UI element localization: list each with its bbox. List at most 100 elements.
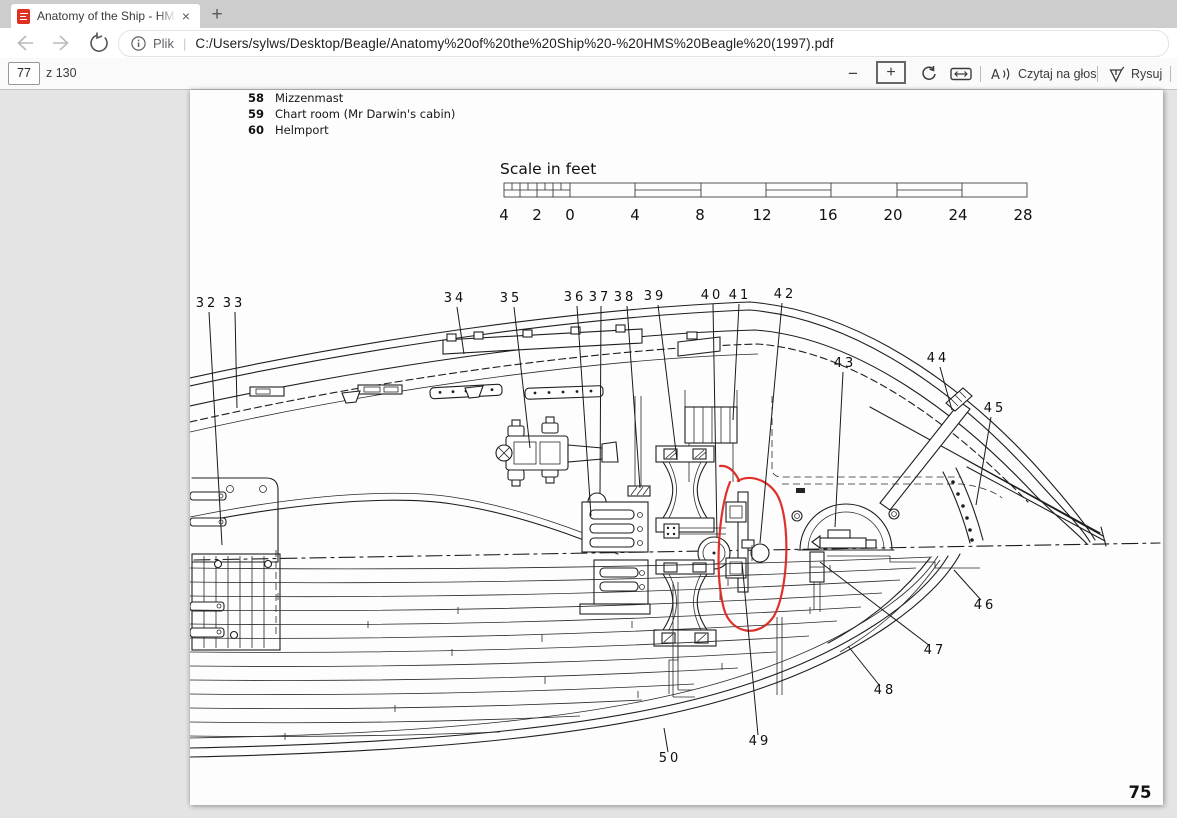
callout-leader-42 xyxy=(760,303,782,543)
callout-35: 35 xyxy=(500,291,523,306)
pdf-viewport[interactable]: 58 Mizzenmast 59 Chart room (Mr Darwin's ca… xyxy=(0,90,1177,818)
callout-49: 49 xyxy=(749,734,772,749)
tab-title: Anatomy of the Ship - HMS Bea xyxy=(37,9,175,23)
refresh-button[interactable] xyxy=(88,32,112,54)
scale-tick-label: 16 xyxy=(818,206,837,224)
callout-42: 42 xyxy=(774,287,797,302)
scale-tick-label: 0 xyxy=(565,206,575,224)
part-number: 58 xyxy=(248,91,264,105)
url-text: C:/Users/sylws/Desktop/Beagle/Anatomy%20… xyxy=(195,36,833,51)
callout-43: 43 xyxy=(834,356,857,371)
callout-48: 48 xyxy=(874,683,897,698)
draw-pen-icon xyxy=(1108,66,1125,83)
scale-tick-label: 4 xyxy=(630,206,640,224)
sternpost-band xyxy=(943,468,983,543)
pdf-toolbar: 77 z 130 − + A Czytaj na głos xyxy=(0,58,1177,90)
browser-window: Anatomy of the Ship - HMS Bea × + xyxy=(0,0,1177,818)
hull-planking xyxy=(190,554,960,757)
scale-tick-label: 28 xyxy=(1013,206,1032,224)
toolbar-separator xyxy=(1170,66,1171,82)
read-aloud-icon: A xyxy=(991,66,1012,82)
pdf-page: 58 Mizzenmast 59 Chart room (Mr Darwin's ca… xyxy=(190,90,1163,805)
callout-32: 32 xyxy=(196,296,219,311)
callout-leader-50 xyxy=(664,728,668,752)
callout-34: 34 xyxy=(444,291,467,306)
scale-title: Scale in feet xyxy=(500,160,596,178)
fit-width-button[interactable] xyxy=(950,58,972,90)
callout-leader-48 xyxy=(848,646,880,686)
minus-icon: − xyxy=(848,64,858,84)
deckhouse-roof xyxy=(190,493,620,554)
tab-title-fade xyxy=(158,8,176,24)
address-bar: Plik | C:/Users/sylws/Desktop/Beagle/Ana… xyxy=(0,28,1177,58)
draw-button[interactable]: Rysuj xyxy=(1108,58,1162,90)
forward-arrow-icon xyxy=(50,32,74,54)
toolbar-separator xyxy=(1097,66,1098,82)
new-tab-button[interactable]: + xyxy=(207,5,227,25)
callout-40: 40 xyxy=(701,288,724,303)
page-count-label: z 130 xyxy=(46,66,77,80)
ship-plan-drawing: 58 Mizzenmast 59 Chart room (Mr Darwin's ca… xyxy=(190,90,1163,805)
page-number-input[interactable]: 77 xyxy=(8,62,40,85)
close-icon[interactable]: × xyxy=(178,8,194,24)
svg-text:A: A xyxy=(991,68,1000,82)
callout-45: 45 xyxy=(984,401,1007,416)
scale-tick-label: 24 xyxy=(948,206,967,224)
plus-icon: + xyxy=(211,4,222,25)
draw-label: Rysuj xyxy=(1131,67,1162,81)
parts-list: 58 Mizzenmast 59 Chart room (Mr Darwin's ca… xyxy=(248,91,455,137)
zoom-out-button[interactable]: − xyxy=(848,58,858,90)
part-label: Chart room (Mr Darwin's cabin) xyxy=(275,107,455,121)
address-field[interactable]: Plik | C:/Users/sylws/Desktop/Beagle/Ana… xyxy=(118,30,1169,57)
file-scheme-label: Plik xyxy=(153,36,174,51)
callout-47: 47 xyxy=(924,643,947,658)
plus-icon: + xyxy=(886,64,895,82)
pdf-file-icon xyxy=(17,9,30,24)
callout-41: 41 xyxy=(729,288,752,303)
callout-leader-47 xyxy=(820,562,930,646)
callout-36: 36 xyxy=(564,290,587,305)
part-number: 60 xyxy=(248,123,264,137)
callout-leader-49 xyxy=(742,562,758,735)
rail-fittings xyxy=(250,325,720,403)
callout-44: 44 xyxy=(927,351,950,366)
scale-tick-label: 8 xyxy=(695,206,705,224)
callout-38: 38 xyxy=(614,290,637,305)
zoom-in-button[interactable]: + xyxy=(876,61,906,84)
tiller-bracket xyxy=(726,492,769,592)
callout-33: 33 xyxy=(223,296,246,311)
info-icon xyxy=(131,36,146,51)
refresh-icon xyxy=(88,32,112,54)
scale-tick-label: 4 xyxy=(499,206,509,224)
forward-button[interactable] xyxy=(50,32,74,54)
callout-leader-41 xyxy=(733,304,739,420)
tiller-spar xyxy=(880,388,972,510)
part-label: Mizzenmast xyxy=(275,91,344,105)
callout-leader-46 xyxy=(954,570,981,600)
scale-tick-label: 20 xyxy=(883,206,902,224)
page-number: 75 xyxy=(1129,783,1152,802)
rotate-button[interactable] xyxy=(920,58,938,90)
callout-leader-45 xyxy=(976,417,991,505)
callout-leader-33 xyxy=(235,312,237,408)
callout-leader-32 xyxy=(209,312,222,545)
rotate-icon xyxy=(920,65,938,83)
scale-tick-label: 2 xyxy=(532,206,542,224)
tab-bar: Anatomy of the Ship - HMS Bea × + xyxy=(0,0,1177,28)
fit-width-icon xyxy=(950,66,972,82)
callout-39: 39 xyxy=(644,289,667,304)
callout-50: 50 xyxy=(659,751,682,766)
back-arrow-icon xyxy=(12,32,36,54)
active-tab[interactable]: Anatomy of the Ship - HMS Bea × xyxy=(11,4,200,28)
toolbar-separator xyxy=(980,66,981,82)
back-button[interactable] xyxy=(12,32,36,54)
callout-37: 37 xyxy=(589,290,612,305)
address-separator: | xyxy=(183,36,186,51)
part-number: 59 xyxy=(248,107,264,121)
callout-46: 46 xyxy=(974,598,997,613)
read-aloud-label: Czytaj na głos xyxy=(1018,67,1097,81)
read-aloud-button[interactable]: A Czytaj na głos xyxy=(991,58,1097,90)
callout-leader-39 xyxy=(658,305,677,460)
centerline xyxy=(194,543,1160,560)
skylight xyxy=(792,504,899,550)
